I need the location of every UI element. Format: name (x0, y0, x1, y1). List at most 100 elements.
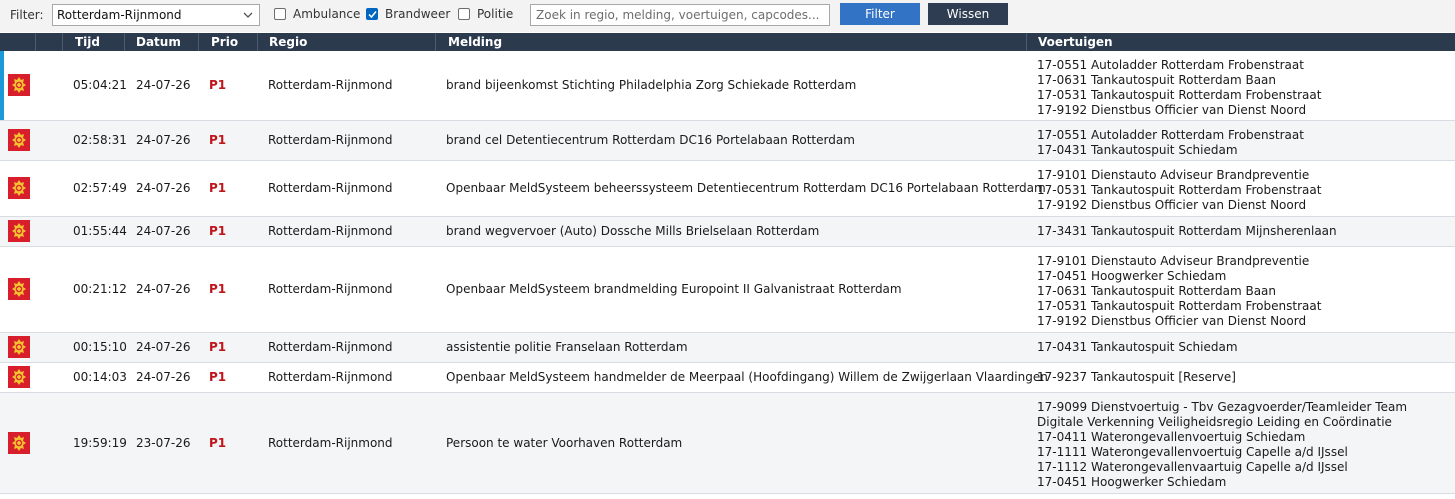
cell-region: Rotterdam-Rijnmond (268, 78, 393, 92)
cell-region: Rotterdam-Rijnmond (268, 436, 393, 450)
vehicle-item: 17-9099 Dienstvoertuig - Tbv Gezagvoerde… (1037, 400, 1408, 429)
vehicle-item: 17-0411 Waterongevallenvoertuig Schiedam (1037, 430, 1306, 444)
cell-prio: P1 (209, 133, 227, 147)
cell-prio: P1 (209, 224, 227, 238)
cell-time: 05:04:21 (73, 78, 127, 92)
cell-date: 24-07-26 (136, 78, 191, 92)
cell-region: Rotterdam-Rijnmond (268, 282, 393, 296)
brandweer-logo-icon (8, 74, 30, 96)
cell-date: 24-07-26 (136, 340, 191, 354)
cell-prio: P1 (209, 78, 227, 92)
cell-time: 02:58:31 (73, 133, 127, 147)
table-body: 05:04:21 24-07-26 P1 Rotterdam-Rijnmond bran… (0, 51, 1455, 494)
brandweer-logo-icon (8, 366, 30, 388)
table-row[interactable]: 05:04:21 24-07-26 P1 Rotterdam-Rijnmond bran… (0, 51, 1455, 121)
cell-prio: P1 (209, 370, 227, 384)
column-header-voertuigen[interactable]: Voertuigen (1038, 35, 1113, 49)
column-separator (62, 33, 63, 51)
column-header-tijd[interactable]: Tijd (75, 35, 100, 49)
table-row[interactable]: 02:57:49 24-07-26 P1 Rotterdam-Rijnmond Open… (0, 161, 1455, 217)
cell-region: Rotterdam-Rijnmond (268, 133, 393, 147)
column-separator (257, 33, 258, 51)
cell-date: 24-07-26 (136, 224, 191, 238)
table-row[interactable]: 00:15:10 24-07-26 P1 Rotterdam-Rijnmond assi… (0, 333, 1455, 363)
checkbox-label: Ambulance (293, 7, 361, 21)
cell-region: Rotterdam-Rijnmond (268, 370, 393, 384)
vehicle-item: 17-9101 Dienstauto Adviseur Brandprevent… (1037, 254, 1310, 268)
table-header: Tijd Datum Prio Regio Melding Voertuigen (0, 33, 1455, 51)
filter-toolbar: Filter: Rotterdam-Rijnmond Ambulance Bra… (0, 0, 1455, 32)
table-row[interactable]: 19:59:19 23-07-26 P1 Rotterdam-Rijnmond Pers… (0, 393, 1455, 494)
vehicle-item: 17-9101 Dienstauto Adviseur Brandprevent… (1037, 168, 1310, 182)
column-header-regio[interactable]: Regio (269, 35, 307, 49)
cell-time: 00:15:10 (73, 340, 127, 354)
cell-time: 00:21:12 (73, 282, 127, 296)
table-row[interactable]: 00:14:03 24-07-26 P1 Rotterdam-Rijnmond Open… (0, 363, 1455, 393)
cell-message: Openbaar MeldSysteem brandmelding Europo… (446, 282, 902, 296)
vehicle-item: 17-0431 Tankautospuit Schiedam (1037, 143, 1238, 157)
cell-region: Rotterdam-Rijnmond (268, 181, 393, 195)
cell-date: 24-07-26 (136, 133, 191, 147)
table-row[interactable]: 01:55:44 24-07-26 P1 Rotterdam-Rijnmond bran… (0, 217, 1455, 247)
column-separator (1026, 33, 1027, 51)
cell-region: Rotterdam-Rijnmond (268, 224, 393, 238)
table-row[interactable]: 00:21:12 24-07-26 P1 Rotterdam-Rijnmond Open… (0, 247, 1455, 333)
cell-vehicles: 17-9099 Dienstvoertuig - Tbv Gezagvoerde… (1037, 400, 1437, 490)
vehicle-item: 17-9192 Dienstbus Officier van Dienst No… (1037, 314, 1307, 328)
cell-date: 24-07-26 (136, 181, 191, 195)
vehicle-item: 17-9237 Tankautospuit [Reserve] (1037, 370, 1236, 384)
selected-row-indicator (0, 51, 4, 120)
cell-prio: P1 (209, 282, 227, 296)
checkbox-box[interactable] (274, 8, 286, 20)
cell-message: assistentie politie Franselaan Rotterdam (446, 340, 688, 354)
region-select-value: Rotterdam-Rijnmond (57, 8, 182, 22)
checkbox-box[interactable] (458, 8, 470, 20)
column-header-melding[interactable]: Melding (448, 35, 502, 49)
vehicle-item: 17-0451 Hoogwerker Schiedam (1037, 269, 1227, 283)
brandweer-logo-icon (8, 278, 30, 300)
vehicle-item: 17-0631 Tankautospuit Rotterdam Baan (1037, 284, 1277, 298)
cell-message: brand bijeenkomst Stichting Philadelphia… (446, 78, 857, 92)
cell-time: 00:14:03 (73, 370, 127, 384)
cell-prio: P1 (209, 436, 227, 450)
cell-vehicles: 17-3431 Tankautospuit Rotterdam Mijnsher… (1037, 224, 1337, 239)
vehicle-item: 17-1111 Waterongevallenvoertuig Capelle … (1037, 445, 1348, 459)
clear-button[interactable]: Wissen (928, 3, 1008, 25)
vehicle-item: 17-9192 Dienstbus Officier van Dienst No… (1037, 198, 1307, 212)
vehicle-item: 17-1112 Waterongevallenvaartuig Capelle … (1037, 460, 1348, 474)
cell-date: 24-07-26 (136, 282, 191, 296)
column-header-datum[interactable]: Datum (136, 35, 181, 49)
cell-message: brand wegvervoer (Auto) Dossche Mills Br… (446, 224, 820, 238)
cell-date: 23-07-26 (136, 436, 191, 450)
cell-time: 19:59:19 (73, 436, 127, 450)
vehicle-item: 17-0531 Tankautospuit Rotterdam Frobenst… (1037, 88, 1322, 102)
cell-message: Openbaar MeldSysteem beheerssysteem Dete… (446, 181, 1046, 195)
search-input[interactable] (530, 4, 830, 26)
column-separator (198, 33, 199, 51)
checkmark-icon (368, 11, 377, 19)
cell-time: 01:55:44 (73, 224, 127, 238)
column-separator (124, 33, 125, 51)
brandweer-logo-icon (8, 220, 30, 242)
cell-message: Openbaar MeldSysteem handmelder de Meerp… (446, 370, 1048, 384)
checkbox-label: Politie (477, 7, 514, 21)
column-header-prio[interactable]: Prio (211, 35, 238, 49)
vehicle-item: 17-9192 Dienstbus Officier van Dienst No… (1037, 103, 1307, 117)
cell-prio: P1 (209, 181, 227, 195)
checkbox-box[interactable] (366, 8, 378, 20)
brandweer-logo-icon (8, 432, 30, 454)
vehicle-item: 17-0451 Hoogwerker Schiedam (1037, 475, 1227, 489)
brandweer-logo-icon (8, 336, 30, 358)
column-separator (35, 33, 36, 51)
cell-prio: P1 (209, 340, 227, 354)
cell-region: Rotterdam-Rijnmond (268, 340, 393, 354)
cell-vehicles: 17-9101 Dienstauto Adviseur Brandprevent… (1037, 254, 1321, 329)
vehicle-item: 17-0531 Tankautospuit Rotterdam Frobenst… (1037, 299, 1322, 313)
checkbox-label: Brandweer (385, 7, 451, 21)
column-separator (435, 33, 436, 51)
table-row[interactable]: 02:58:31 24-07-26 P1 Rotterdam-Rijnmond bran… (0, 121, 1455, 161)
vehicle-item: 17-0551 Autoladder Rotterdam Frobenstraa… (1037, 128, 1304, 142)
region-select[interactable]: Rotterdam-Rijnmond (52, 4, 260, 26)
cell-message: Persoon te water Voorhaven Rotterdam (446, 436, 683, 450)
filter-button[interactable]: Filter (840, 3, 920, 25)
